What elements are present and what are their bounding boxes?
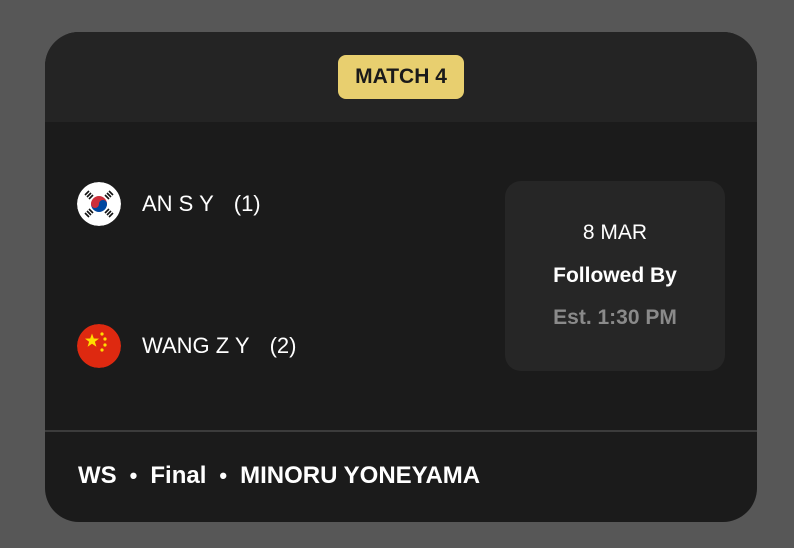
match-order: Followed By [553, 264, 677, 287]
divider [45, 430, 757, 432]
card-header: MATCH 4 [45, 32, 757, 122]
player-seed: (1) [233, 191, 261, 216]
player-seed: (2) [269, 333, 297, 358]
bullet-separator: • [129, 463, 138, 488]
player-row-1: AN S Y (1) [77, 182, 261, 226]
schedule-info-box: 8 MAR Followed By Est. 1:30 PM [505, 181, 725, 371]
estimated-time: Est. 1:30 PM [553, 306, 677, 329]
event-label: WS [78, 462, 117, 489]
player-name: WANG Z Y [142, 333, 250, 358]
match-date: 8 MAR [582, 221, 648, 244]
china-flag-icon [77, 324, 121, 368]
bullet-separator: • [219, 463, 228, 488]
match-card[interactable]: MATCH 4 AN S Y (1) WANG Z Y (2) 8 MAR Fo… [45, 32, 757, 522]
round-label: Final [150, 462, 207, 489]
match-footer: WS • Final • MINORU YONEYAMA [78, 462, 480, 490]
player-name: AN S Y [142, 191, 214, 216]
player-row-2: WANG Z Y (2) [77, 324, 296, 368]
south-korea-flag-icon [77, 182, 121, 226]
match-badge: MATCH 4 [338, 55, 464, 99]
court-label: MINORU YONEYAMA [240, 462, 481, 489]
